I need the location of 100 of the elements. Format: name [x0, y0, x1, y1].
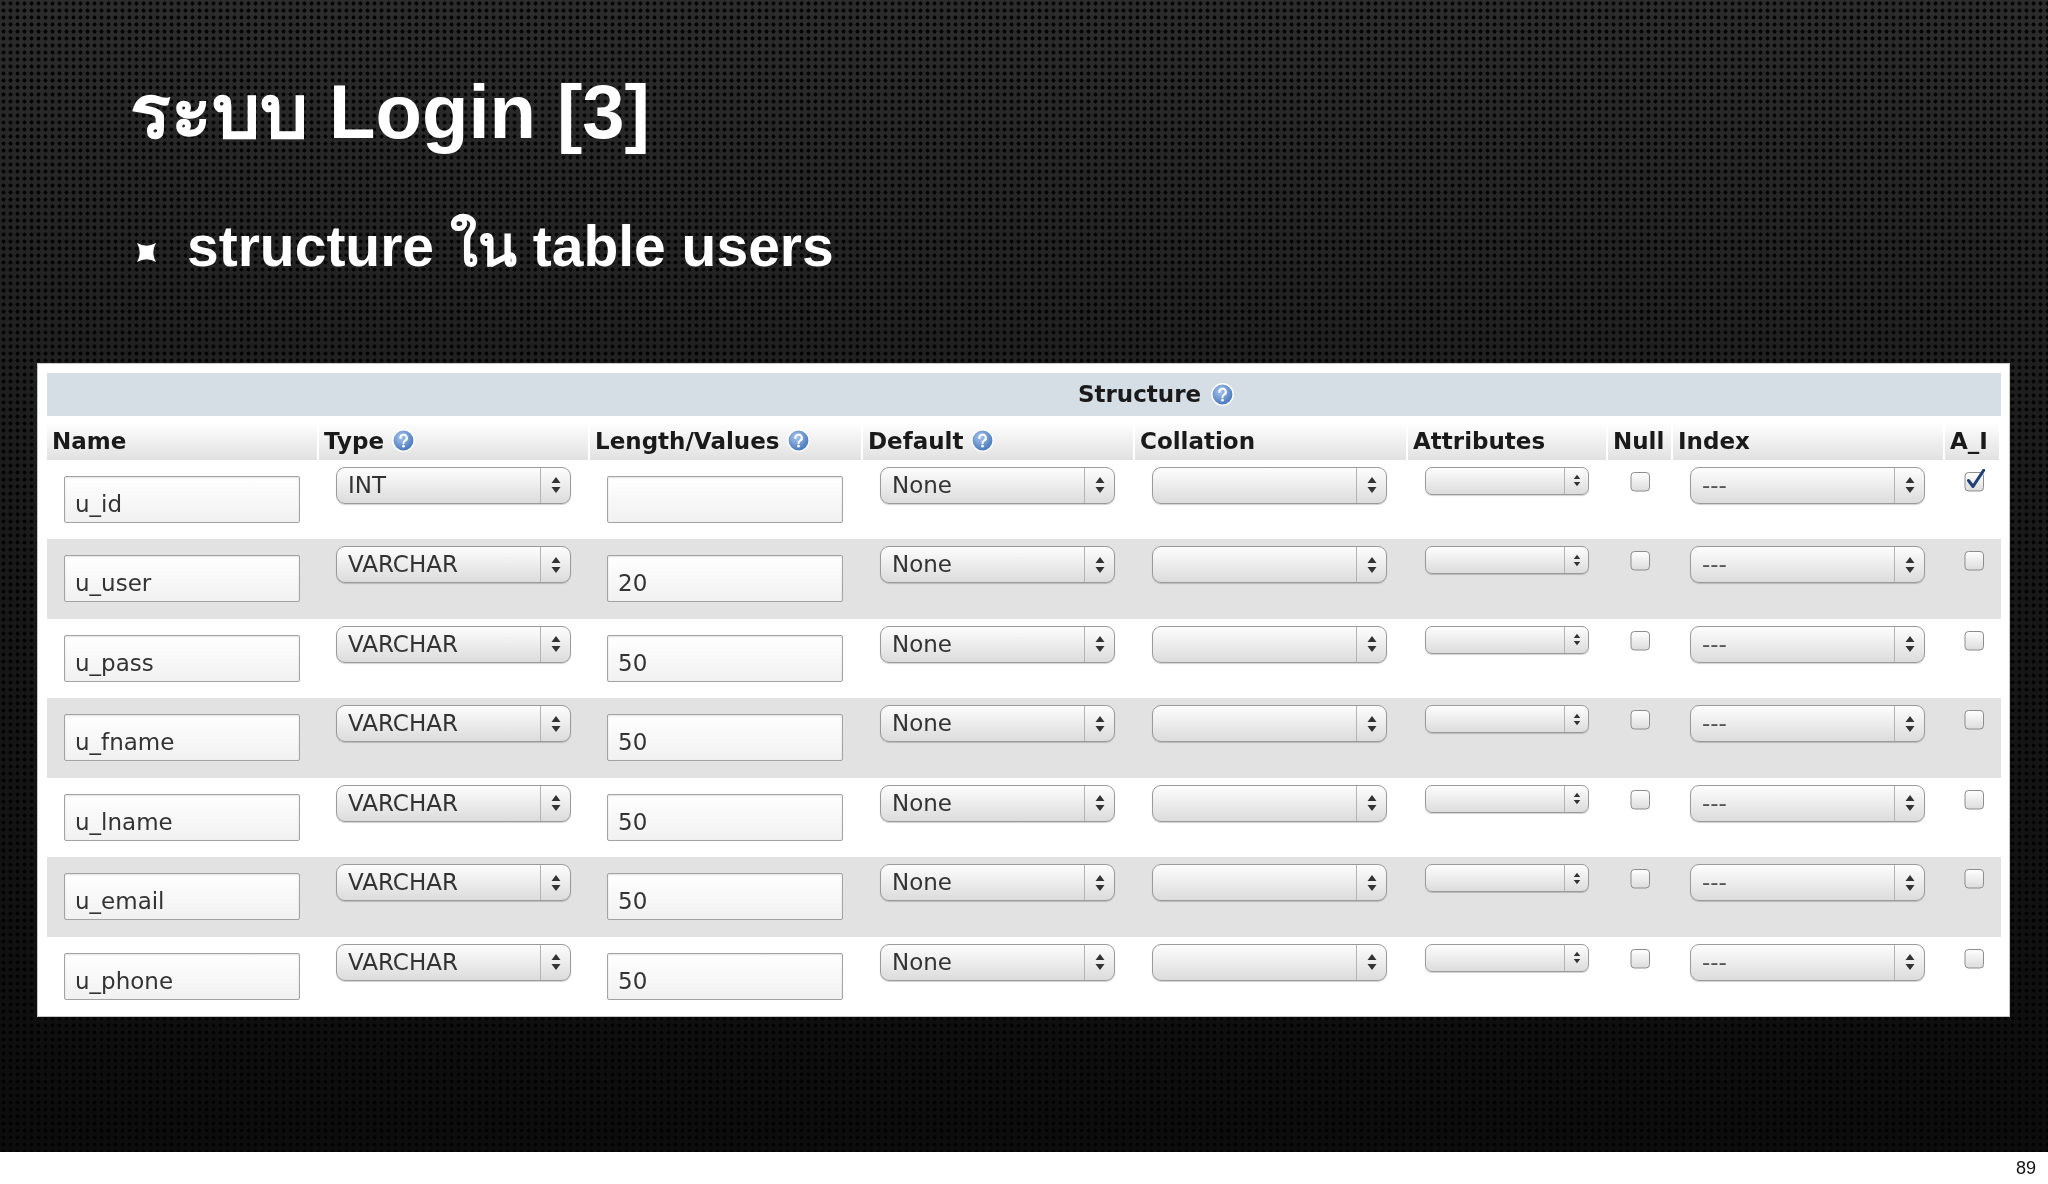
slide-title: ระบบ Login [3]: [130, 68, 650, 156]
type-select[interactable]: VARCHAR: [336, 705, 571, 743]
updown-arrows-icon: [1094, 794, 1105, 813]
help-icon[interactable]: [392, 429, 415, 453]
updown-arrows-icon: [1094, 715, 1105, 733]
updown-arrows-icon: [1366, 794, 1377, 813]
length-field[interactable]: 50: [607, 873, 843, 921]
updown-arrows-icon: [1572, 713, 1581, 726]
collation-select[interactable]: [1152, 864, 1387, 902]
length-field[interactable]: 50: [607, 794, 843, 841]
updown-arrows-icon: [1904, 476, 1915, 495]
null-checkbox[interactable]: [1630, 628, 1651, 651]
updown-arrows-icon: [1366, 715, 1377, 733]
length-field[interactable]: 50: [607, 635, 843, 682]
table-caption: Structure: [1077, 380, 1202, 410]
name-field[interactable]: u_lname: [64, 794, 300, 841]
default-select[interactable]: None: [880, 785, 1115, 822]
auto-increment-checkbox[interactable]: [1964, 866, 1985, 890]
collation-select[interactable]: [1152, 467, 1387, 504]
index-select[interactable]: ---: [1690, 785, 1925, 822]
updown-arrows-icon: [1572, 951, 1581, 965]
default-select[interactable]: None: [880, 944, 1115, 981]
type-select[interactable]: INT: [336, 467, 571, 504]
updown-arrows-icon: [1094, 953, 1105, 972]
null-checkbox[interactable]: [1630, 787, 1651, 810]
updown-arrows-icon: [1572, 554, 1581, 567]
updown-arrows-icon: [550, 476, 561, 495]
type-select[interactable]: VARCHAR: [336, 626, 571, 663]
collation-select[interactable]: [1152, 785, 1387, 822]
updown-arrows-icon: [1366, 556, 1377, 574]
auto-increment-checkbox[interactable]: [1964, 946, 1985, 969]
updown-arrows-icon: [550, 794, 561, 813]
collation-select[interactable]: [1152, 546, 1387, 584]
default-select[interactable]: None: [880, 705, 1115, 743]
attributes-select[interactable]: [1425, 546, 1589, 575]
updown-arrows-icon: [550, 635, 561, 654]
attributes-select[interactable]: [1425, 864, 1589, 893]
bullet-text: structure ใน table users: [187, 212, 834, 281]
column-header: Index: [1678, 426, 1750, 456]
name-field[interactable]: u_user: [64, 555, 300, 603]
updown-arrows-icon: [1572, 474, 1581, 488]
column-header: Attributes: [1413, 426, 1546, 456]
attributes-select[interactable]: [1425, 944, 1589, 972]
updown-arrows-icon: [1094, 635, 1105, 654]
attributes-select[interactable]: [1425, 467, 1589, 495]
updown-arrows-icon: [1366, 476, 1377, 495]
null-checkbox[interactable]: [1630, 866, 1651, 890]
length-field[interactable]: 20: [607, 555, 843, 603]
null-checkbox[interactable]: [1630, 946, 1651, 969]
updown-arrows-icon: [550, 715, 561, 733]
collation-select[interactable]: [1152, 705, 1387, 743]
type-select[interactable]: VARCHAR: [336, 864, 571, 902]
length-field[interactable]: 50: [607, 953, 843, 1000]
help-icon[interactable]: [1211, 383, 1235, 406]
index-select[interactable]: ---: [1690, 467, 1925, 504]
attributes-select[interactable]: [1425, 785, 1589, 813]
name-field[interactable]: u_pass: [64, 635, 300, 682]
updown-arrows-icon: [1904, 874, 1915, 892]
null-checkbox[interactable]: [1630, 707, 1651, 731]
index-select[interactable]: ---: [1690, 546, 1925, 584]
type-select[interactable]: VARCHAR: [336, 785, 571, 822]
column-header: A_I: [1950, 426, 1988, 456]
updown-arrows-icon: [1572, 792, 1581, 806]
updown-arrows-icon: [1366, 874, 1377, 892]
index-select[interactable]: ---: [1690, 626, 1925, 663]
help-icon[interactable]: [787, 429, 811, 453]
collation-select[interactable]: [1152, 944, 1387, 981]
updown-arrows-icon: [550, 556, 561, 574]
attributes-select[interactable]: [1425, 705, 1589, 734]
page-number: 89: [2015, 1157, 2036, 1179]
column-header: Null: [1613, 426, 1665, 456]
collation-select[interactable]: [1152, 626, 1387, 663]
auto-increment-checkbox[interactable]: [1964, 548, 1985, 572]
index-select[interactable]: ---: [1690, 864, 1925, 902]
index-select[interactable]: ---: [1690, 944, 1925, 981]
auto-increment-checkbox[interactable]: [1964, 707, 1985, 731]
length-field[interactable]: [607, 476, 843, 523]
default-select[interactable]: None: [880, 864, 1115, 902]
length-field[interactable]: 50: [607, 714, 843, 762]
auto-increment-checkbox[interactable]: [1964, 787, 1985, 810]
auto-increment-checkbox[interactable]: [1964, 628, 1985, 651]
name-field[interactable]: u_id: [64, 476, 300, 523]
name-field[interactable]: u_email: [64, 873, 300, 921]
auto-increment-checkbox[interactable]: [1964, 469, 1985, 492]
default-select[interactable]: None: [880, 626, 1115, 663]
name-field[interactable]: u_fname: [64, 714, 300, 762]
updown-arrows-icon: [1094, 556, 1105, 574]
type-select[interactable]: VARCHAR: [336, 944, 571, 981]
default-select[interactable]: None: [880, 546, 1115, 584]
updown-arrows-icon: [1094, 476, 1105, 495]
help-icon[interactable]: [971, 429, 995, 453]
updown-arrows-icon: [1572, 633, 1581, 647]
type-select[interactable]: VARCHAR: [336, 546, 571, 584]
null-checkbox[interactable]: [1630, 469, 1651, 492]
column-header: Default: [868, 426, 964, 456]
attributes-select[interactable]: [1425, 626, 1589, 654]
default-select[interactable]: None: [880, 467, 1115, 504]
null-checkbox[interactable]: [1630, 548, 1651, 572]
index-select[interactable]: ---: [1690, 705, 1925, 743]
name-field[interactable]: u_phone: [64, 953, 300, 1000]
